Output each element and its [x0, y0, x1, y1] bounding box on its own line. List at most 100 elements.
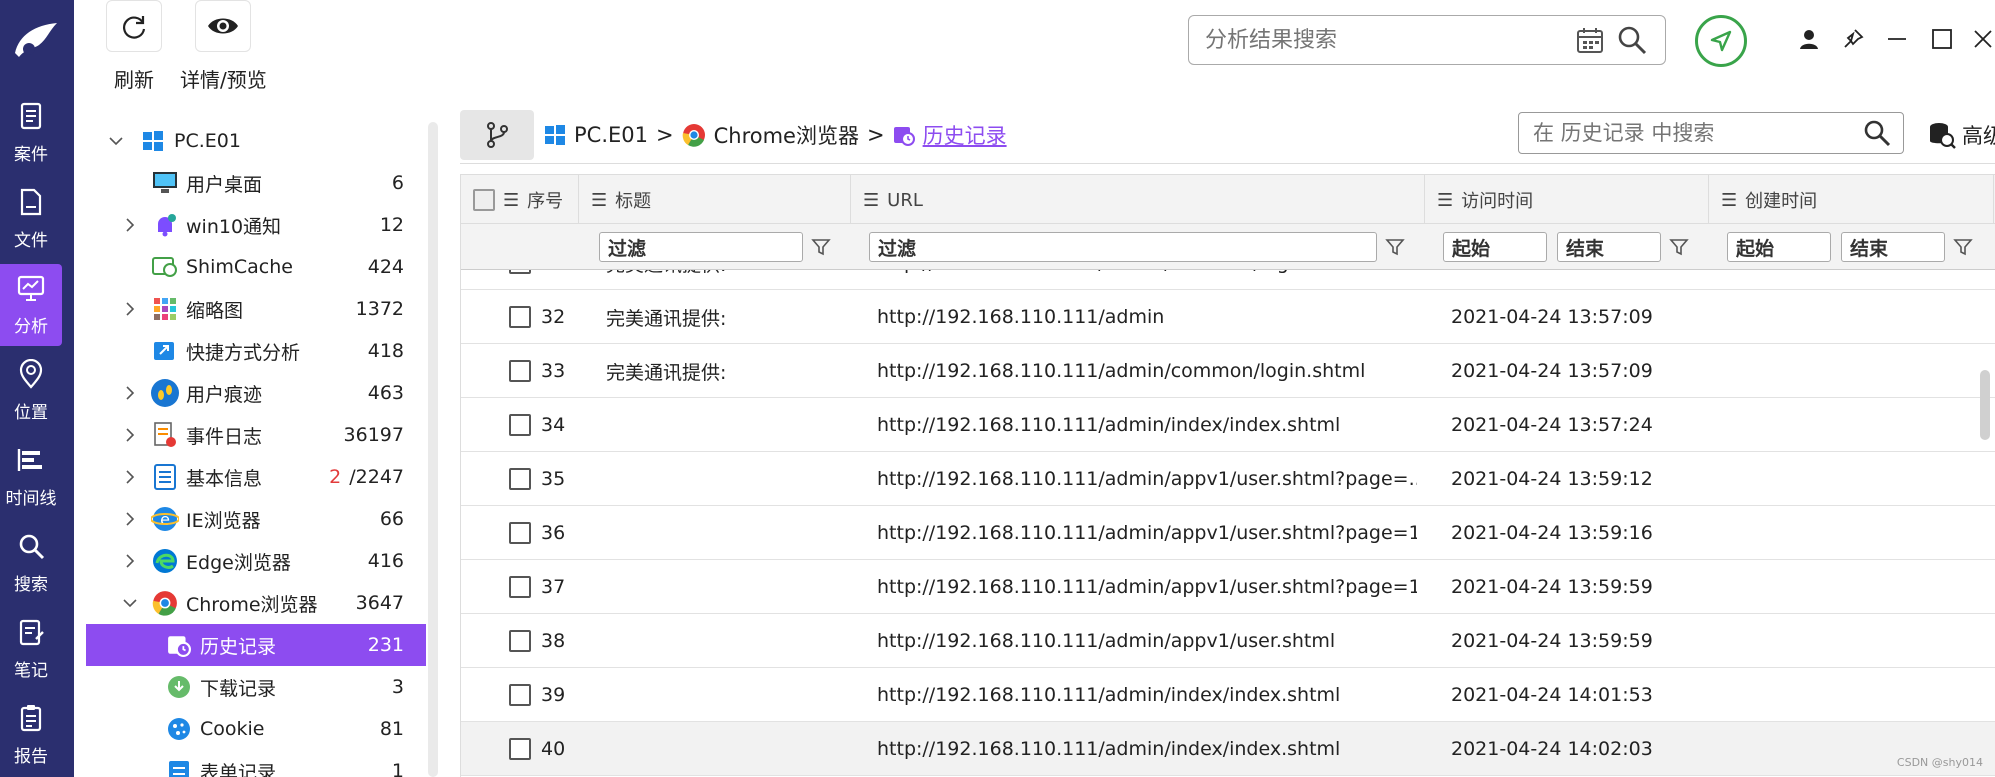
- table-scrollbar[interactable]: [1980, 370, 1990, 440]
- table-row[interactable]: 32 完美通讯提供: http://192.168.110.111/admin 202…: [461, 290, 1995, 344]
- header-title[interactable]: ☰ 标题: [579, 175, 851, 225]
- tree-item[interactable]: Cookie 81: [86, 708, 426, 750]
- row-checkbox[interactable]: [509, 576, 531, 598]
- filter-icon[interactable]: [1667, 234, 1691, 260]
- table-row[interactable]: 31 完美通讯提供: http://192.168.110.111/admin/co…: [461, 270, 1995, 290]
- preview-button[interactable]: [195, 0, 252, 52]
- row-checkbox[interactable]: [509, 684, 531, 706]
- history-search-box[interactable]: [1518, 112, 1904, 154]
- chevron-right-icon[interactable]: [120, 215, 140, 235]
- create-start-input[interactable]: 起始: [1727, 232, 1831, 262]
- close-icon[interactable]: [1966, 22, 1995, 56]
- tree-item[interactable]: ShimCache 424: [86, 246, 426, 288]
- row-checkbox[interactable]: [509, 738, 531, 760]
- table-row[interactable]: 38 http://192.168.110.111/admin/appv1/use…: [461, 614, 1995, 668]
- table-row[interactable]: 33 完美通讯提供: http://192.168.110.111/admin/co…: [461, 344, 1995, 398]
- tree-item-total: 1: [391, 760, 404, 777]
- rail-item-5[interactable]: 搜索: [0, 522, 62, 604]
- advanced-search-button[interactable]: 高级: [1928, 120, 1995, 150]
- row-checkbox[interactable]: [509, 630, 531, 652]
- tree-item-total: 66: [379, 508, 404, 530]
- row-checkbox[interactable]: [509, 270, 531, 274]
- filter-icon[interactable]: [809, 234, 833, 260]
- search-icon[interactable]: [1617, 25, 1647, 55]
- row-visit-cell: 2021-04-24 13:57:09: [1451, 360, 1653, 382]
- tree-item[interactable]: e IE浏览器 66: [86, 498, 426, 540]
- visit-end-input[interactable]: 结束: [1557, 232, 1661, 262]
- chevron-right-icon[interactable]: [120, 551, 140, 571]
- row-url-cell: http://192.168.110.111/admin/common/logi…: [877, 360, 1366, 382]
- url-filter-input[interactable]: 过滤: [869, 232, 1377, 262]
- row-checkbox[interactable]: [509, 522, 531, 544]
- maximize-icon[interactable]: [1925, 22, 1959, 56]
- rail-item-6[interactable]: 笔记: [0, 608, 62, 690]
- chevron-right-icon[interactable]: [120, 383, 140, 403]
- row-index: 36: [541, 522, 566, 544]
- filter-icon[interactable]: [1951, 234, 1975, 260]
- breadcrumb-root[interactable]: PC.E01: [574, 123, 648, 147]
- tree-item[interactable]: Edge浏览器 416: [86, 540, 426, 582]
- rail-item-1[interactable]: 文件: [0, 178, 62, 260]
- row-checkbox[interactable]: [509, 360, 531, 382]
- visit-start-input[interactable]: 起始: [1443, 232, 1547, 262]
- location-pin-button[interactable]: [1695, 15, 1747, 67]
- rail-item-3[interactable]: 位置: [0, 350, 62, 432]
- breadcrumb-current[interactable]: 历史记录: [923, 120, 1007, 150]
- table-row[interactable]: 34 http://192.168.110.111/admin/index/ind…: [461, 398, 1995, 452]
- preview-tool[interactable]: 详情/预览: [180, 0, 267, 93]
- select-all-checkbox[interactable]: [473, 189, 495, 211]
- table-row[interactable]: 39 http://192.168.110.111/admin/index/ind…: [461, 668, 1995, 722]
- header-visit-time[interactable]: ☰ 访问时间: [1425, 175, 1709, 225]
- tree-item[interactable]: PC.E01: [86, 120, 426, 162]
- tree-item[interactable]: 用户痕迹 463: [86, 372, 426, 414]
- row-index-cell: 40: [509, 722, 599, 776]
- header-create-time[interactable]: ☰ 创建时间: [1709, 175, 1994, 225]
- tree-item[interactable]: 历史记录 231: [86, 624, 426, 666]
- header-url[interactable]: ☰ URL: [851, 175, 1425, 225]
- chevron-down-icon[interactable]: [120, 593, 140, 613]
- create-end-input[interactable]: 结束: [1841, 232, 1945, 262]
- rail-item-7[interactable]: 报告: [0, 694, 62, 776]
- chevron-right-icon[interactable]: [120, 467, 140, 487]
- analysis-search-box[interactable]: [1188, 15, 1666, 65]
- history-search-input[interactable]: [1533, 121, 1843, 145]
- chevron-down-icon[interactable]: [106, 131, 126, 151]
- tree-item[interactable]: Chrome浏览器 3647: [86, 582, 426, 624]
- minimize-icon[interactable]: [1880, 22, 1914, 56]
- filter-icon[interactable]: [1383, 234, 1407, 260]
- refresh-button[interactable]: [106, 0, 162, 52]
- row-checkbox[interactable]: [509, 468, 531, 490]
- chevron-right-icon[interactable]: [120, 299, 140, 319]
- tree-item[interactable]: 下载记录 3: [86, 666, 426, 708]
- breadcrumb-browser[interactable]: Chrome浏览器: [714, 120, 859, 150]
- branch-button[interactable]: [460, 110, 534, 160]
- user-icon[interactable]: [1792, 22, 1826, 56]
- refresh-tool[interactable]: 刷新: [106, 0, 162, 93]
- row-checkbox[interactable]: [509, 414, 531, 436]
- table-row[interactable]: 36 http://192.168.110.111/admin/appv1/use…: [461, 506, 1995, 560]
- tree-item[interactable]: 基本信息 2/2247: [86, 456, 426, 498]
- tree-item[interactable]: 事件日志 36197: [86, 414, 426, 456]
- analysis-search-input[interactable]: [1205, 27, 1565, 53]
- table-row[interactable]: 35 http://192.168.110.111/admin/appv1/use…: [461, 452, 1995, 506]
- tree-item-count: 12: [380, 214, 404, 236]
- title-filter-input[interactable]: 过滤: [599, 232, 803, 262]
- tree-item[interactable]: 快捷方式分析 418: [86, 330, 426, 372]
- pin-window-icon[interactable]: [1836, 22, 1870, 56]
- header-index[interactable]: ☰ 序号: [461, 175, 579, 225]
- calendar-icon[interactable]: [1575, 25, 1605, 55]
- table-row[interactable]: 37 http://192.168.110.111/admin/appv1/use…: [461, 560, 1995, 614]
- tree-item[interactable]: 表单记录 1: [86, 750, 426, 777]
- chevron-right-icon[interactable]: [120, 425, 140, 445]
- search-icon[interactable]: [1863, 119, 1891, 147]
- rail-item-2[interactable]: 分析: [0, 264, 62, 346]
- chevron-right-icon[interactable]: [120, 509, 140, 529]
- row-checkbox[interactable]: [509, 306, 531, 328]
- tree-scrollbar[interactable]: [428, 122, 438, 777]
- rail-item-0[interactable]: 案件: [0, 92, 62, 174]
- rail-item-4[interactable]: 时间线: [0, 436, 62, 518]
- tree-item[interactable]: 用户桌面 6: [86, 162, 426, 204]
- table-row[interactable]: 40 http://192.168.110.111/admin/index/ind…: [461, 722, 1995, 776]
- tree-item[interactable]: win10通知 12: [86, 204, 426, 246]
- tree-item[interactable]: 缩略图 1372: [86, 288, 426, 330]
